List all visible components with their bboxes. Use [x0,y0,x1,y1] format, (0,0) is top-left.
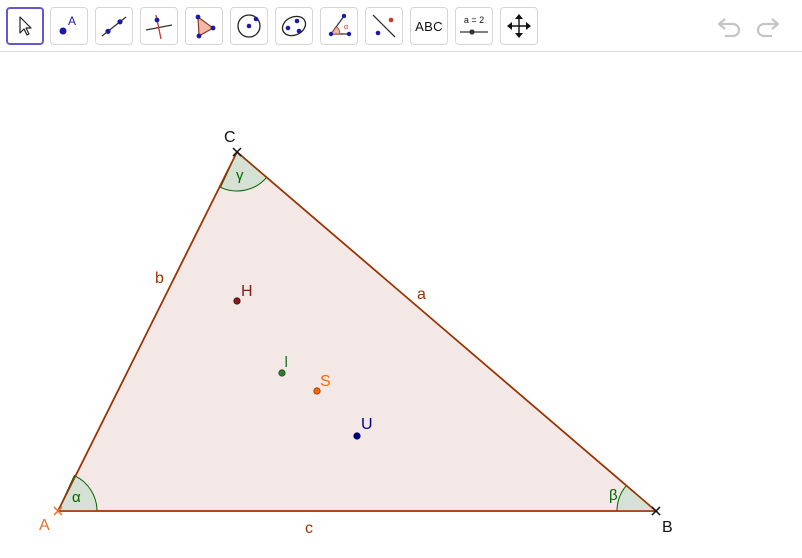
polygon-tool-button[interactable] [185,7,223,45]
point-icon: A [59,14,76,35]
svg-text:A: A [68,14,76,28]
graphics-view[interactable]: A B C a b c α β γ H I S U [0,52,802,558]
angle-alpha-label: α [72,489,81,506]
perpendicular-line-tool-button[interactable] [140,7,178,45]
conic-tool-button[interactable] [275,7,313,45]
move-arrows-icon [507,14,531,38]
angle-gamma-label: γ [236,167,244,184]
redo-icon [756,18,780,38]
line-icon [101,16,127,37]
point-U-label: U [361,416,373,433]
point-tool-button[interactable]: A [50,7,88,45]
point-I-label: I [284,354,288,371]
point-H-label: H [241,283,253,300]
polygon-icon [195,14,216,39]
perpendicular-line-icon [145,14,173,39]
point-S-label: S [320,373,331,390]
circle-icon [237,14,261,38]
side-b-label: b [155,270,164,287]
arrow-cursor-icon [19,16,32,36]
point-U[interactable] [353,432,361,440]
toolbar: A α ABC a = 2 [0,0,802,52]
move-tool-button[interactable] [6,7,44,45]
reflect-tool-button[interactable] [365,7,403,45]
svg-text:α: α [344,24,348,31]
slider-icon: a = 2 [460,15,488,35]
redo-button[interactable] [752,12,782,40]
reflect-about-line-icon [372,14,396,38]
vertex-B-label: B [662,519,673,536]
move-graphics-view-tool-button[interactable] [500,7,538,45]
angle-tool-button[interactable]: α [320,7,358,45]
undo-button[interactable] [715,12,745,40]
slider-tool-button[interactable]: a = 2 [455,7,493,45]
point-H[interactable] [233,297,241,305]
vertex-A-label: A [39,517,50,534]
side-a-label: a [417,286,426,303]
ellipse-icon [281,15,307,37]
vertex-C-label: C [224,129,236,146]
angle-beta-label: β [609,487,618,504]
svg-text:a = 2: a = 2 [464,15,484,25]
side-c-label: c [305,520,313,537]
circle-tool-button[interactable] [230,7,268,45]
undo-icon [717,18,741,38]
line-tool-button[interactable] [95,7,133,45]
text-tool-label: ABC [415,18,443,34]
angle-icon: α [328,13,352,37]
text-tool-button[interactable]: ABC [410,7,448,45]
